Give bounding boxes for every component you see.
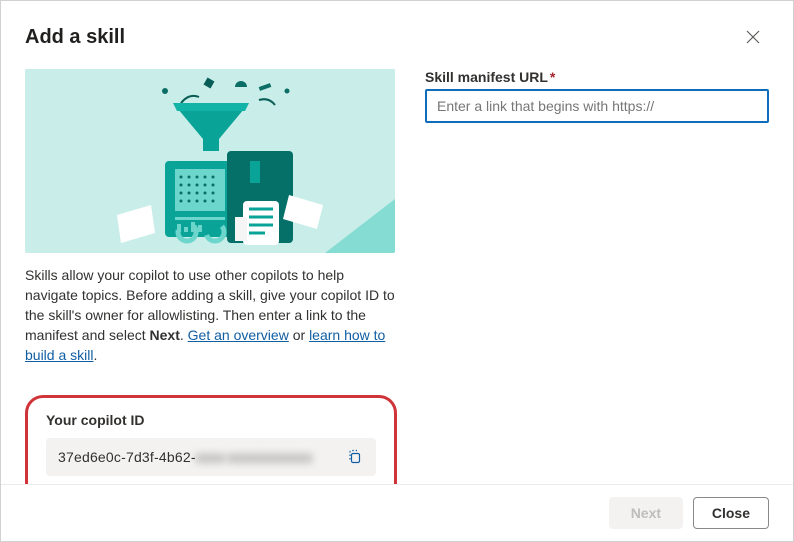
manifest-url-label: Skill manifest URL * bbox=[425, 69, 769, 85]
description-text: Skills allow your copilot to use other c… bbox=[25, 265, 397, 365]
illustration-image bbox=[25, 69, 395, 253]
required-marker: * bbox=[550, 69, 555, 85]
copilot-id-obscured: xxxx-xxxxxxxxxxxx bbox=[196, 449, 313, 465]
next-button[interactable]: Next bbox=[609, 497, 683, 529]
close-button[interactable]: Close bbox=[693, 497, 769, 529]
copilot-id-label: Your copilot ID bbox=[46, 412, 376, 428]
copy-icon[interactable] bbox=[346, 448, 364, 466]
copilot-id-box: 37ed6e0c-7d3f-4b62-xxxx-xxxxxxxxxxxx bbox=[46, 438, 376, 476]
copilot-id-value: 37ed6e0c-7d3f-4b62- bbox=[58, 449, 196, 465]
manifest-url-input[interactable] bbox=[425, 89, 769, 123]
link-get-overview[interactable]: Get an overview bbox=[188, 327, 289, 343]
dialog-title: Add a skill bbox=[25, 26, 125, 49]
close-icon[interactable] bbox=[737, 21, 769, 53]
